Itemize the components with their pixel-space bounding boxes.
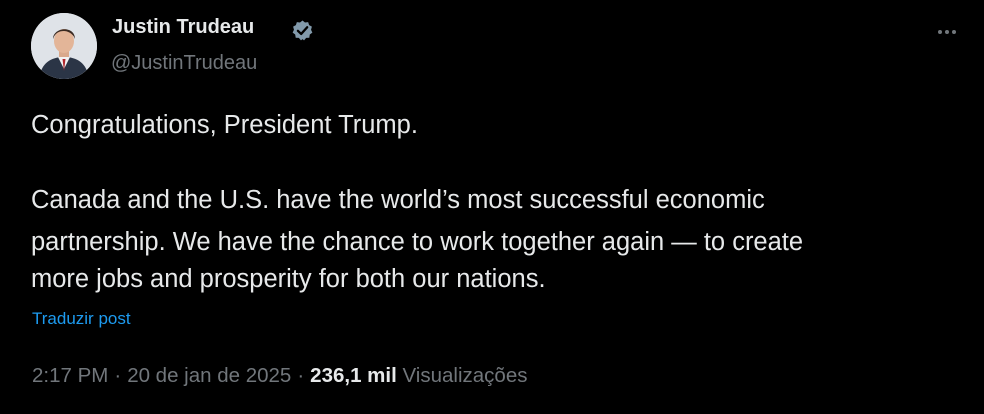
more-horizontal-icon-dot (952, 30, 956, 34)
author-handle[interactable]: @JustinTrudeau (111, 51, 257, 75)
verified-badge-icon (292, 20, 313, 41)
views-count[interactable]: 236,1 mil (310, 364, 397, 387)
tweet-text-line: partnership. We have the chance to work … (31, 228, 804, 256)
avatar-image (31, 13, 97, 79)
meta-separator: · (297, 364, 305, 387)
tweet-text-line: Congratulations, President Trump. (31, 111, 418, 139)
tweet-card: Justin Trudeau @JustinTrudeau Congratula… (0, 0, 984, 414)
tweet-text-line: Canada and the U.S. have the world’s mos… (31, 186, 765, 214)
timestamp-date[interactable]: 20 de jan de 2025 (127, 364, 291, 387)
author-name[interactable]: Justin Trudeau (112, 15, 254, 39)
translate-post-link[interactable]: Traduzir post (32, 308, 131, 330)
views-label: Visualizações (402, 364, 528, 387)
meta-separator: · (114, 364, 122, 387)
more-options-button[interactable] (928, 18, 966, 46)
more-horizontal-icon (938, 30, 942, 34)
tweet-text-line: more jobs and prosperity for both our na… (31, 265, 546, 293)
avatar[interactable] (31, 13, 97, 79)
timestamp-time[interactable]: 2:17 PM (32, 364, 108, 387)
tweet-metadata: 2:17 PM · 20 de jan de 2025 · 236,1 mil Visu… (32, 362, 527, 390)
more-horizontal-icon-dot (945, 30, 949, 34)
